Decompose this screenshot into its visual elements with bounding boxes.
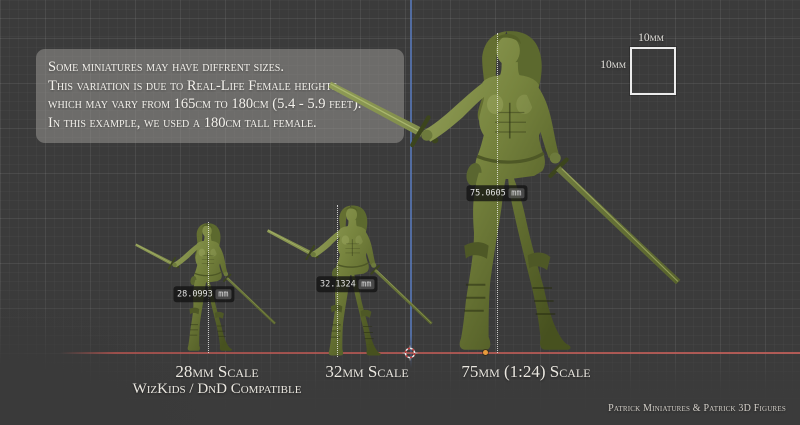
reference-square-top-label: 10mm <box>626 32 676 44</box>
reference-square-10mm <box>630 47 676 95</box>
z-axis-line <box>410 0 412 368</box>
measurement-unit: mm <box>216 289 231 300</box>
measurement-value: 28.0993 <box>177 290 213 299</box>
object-origin-dot <box>483 350 488 355</box>
x-axis-line <box>60 352 800 354</box>
credit-text: Patrick Miniatures & Patrick 3D Figures <box>608 403 786 414</box>
measurement-unit: mm <box>359 279 374 290</box>
blender-3d-viewport[interactable]: Some miniatures may have diffrent sizes.… <box>0 0 800 425</box>
measurement-value: 75.0605 <box>470 189 506 198</box>
info-line-3: which may vary from 165cm to 180cm (5.4 … <box>48 95 392 114</box>
scale-label-75mm: 75mm (1:24) Scale <box>426 362 626 382</box>
info-line-1: Some miniatures may have diffrent sizes. <box>48 58 392 77</box>
ruler-measurement-32mm[interactable]: 32.1324 mm <box>316 276 377 292</box>
info-line-4: In this example, we used a 180cm tall fe… <box>48 114 392 133</box>
3d-cursor <box>402 345 418 361</box>
ruler-measurement-28mm[interactable]: 28.0993 mm <box>173 286 234 302</box>
scale-sublabel-28mm: WizKids / DnD Compatible <box>117 381 317 398</box>
measurement-value: 32.1324 <box>320 280 356 289</box>
reference-square-side-label: 10mm <box>590 59 626 71</box>
ruler-measurement-75mm[interactable]: 75.0605 mm <box>466 185 527 201</box>
measurement-unit: mm <box>509 188 524 199</box>
